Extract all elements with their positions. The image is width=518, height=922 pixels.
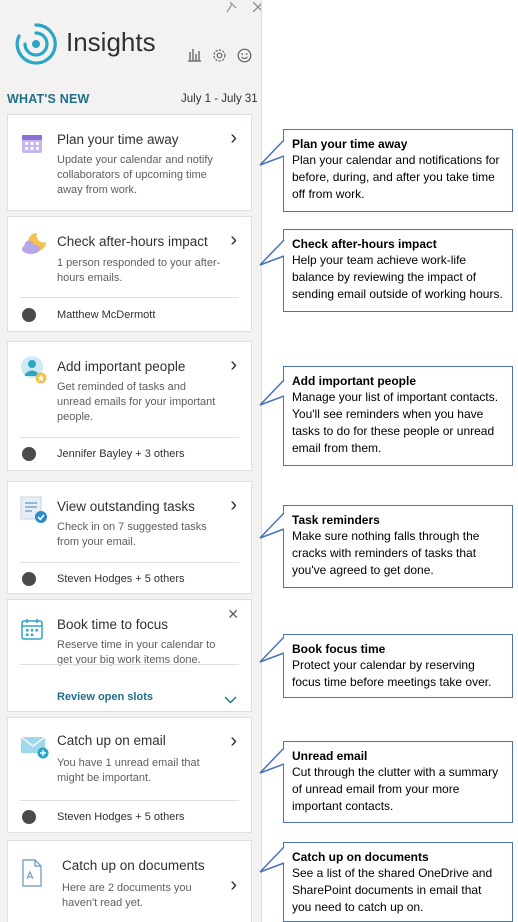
dismiss-icon[interactable]: ✕ [227,606,239,623]
card-catch-up-email[interactable]: Catch up on email You have 1 unread emai… [7,717,252,833]
app-title: Insights [66,27,156,57]
card-add-important-people[interactable]: Add important people Get reminded of tas… [7,341,252,471]
insights-logo-icon [14,22,58,71]
callout-pointer [259,239,285,266]
callout-body: Protect your calendar by reserving focus… [292,658,492,689]
callout-body: Make sure nothing falls through the crac… [292,529,480,577]
callout-body: Help your team achieve work-life balance… [292,253,503,301]
callout-pointer [259,747,285,774]
document-icon [20,859,44,892]
people-label: Steven Hodges + 5 others [57,573,185,585]
card-description: Check in on 7 suggested tasks from your … [57,521,207,548]
callout-body: Manage your list of important contacts. … [292,390,499,455]
avatar [22,447,36,461]
insights-pane: Insights WHAT'S NEW July 1 - July 31 Pla… [0,0,262,922]
gear-icon[interactable] [212,48,227,68]
chevron-right-icon[interactable]: › [230,494,237,517]
callout-body: Cut through the clutter with a summary o… [292,765,499,813]
whats-new-heading: WHAT'S NEW [7,92,90,106]
divider [20,664,239,665]
envelope-icon [20,732,50,765]
callout-add-important-people: Add important people Manage your list of… [283,366,513,466]
card-after-hours-impact[interactable]: Check after-hours impact 1 person respon… [7,216,252,332]
card-description: 1 person responded to your after-hours e… [57,257,221,284]
task-check-icon [20,496,48,529]
avatar [22,308,36,322]
review-open-slots-link[interactable]: Review open slots [57,691,153,703]
people-label: Jennifer Bayley + 3 others [57,448,185,460]
callout-title: Add important people [292,374,416,388]
callout-title: Book focus time [292,642,386,656]
card-title: Catch up on documents [62,858,205,873]
card-description: Update your calendar and notify collabor… [57,154,213,196]
card-title: Add important people [57,359,186,374]
avatar [22,572,36,586]
moon-cloud-icon [20,230,48,261]
card-outstanding-tasks[interactable]: View outstanding tasks Check in on 7 sug… [7,481,252,594]
callout-pointer [259,636,285,663]
card-title: View outstanding tasks [57,499,195,514]
callout-title: Unread email [292,749,368,763]
divider [20,562,239,563]
chevron-right-icon[interactable]: › [230,354,237,377]
date-range[interactable]: July 1 - July 31 [181,93,258,105]
card-description: You have 1 unread email that might be im… [57,757,200,784]
callout-plan-time-away: Plan your time away Plan your calendar a… [283,129,513,212]
close-pane-icon[interactable] [252,0,261,18]
callout-after-hours-impact: Check after-hours impact Help your team … [283,229,513,312]
card-title: Check after-hours impact [57,234,208,249]
callout-body: Plan your calendar and notifications for… [292,153,500,201]
callout-title: Check after-hours impact [292,237,437,251]
callout-title: Catch up on documents [292,850,429,864]
callout-title: Task reminders [292,513,380,527]
smiley-icon[interactable] [237,48,252,68]
divider [20,297,239,298]
chevron-right-icon[interactable]: › [230,127,237,150]
people-label: Steven Hodges + 5 others [57,811,185,823]
card-description: Get reminded of tasks and unread emails … [57,381,216,423]
callout-task-reminders: Task reminders Make sure nothing falls t… [283,505,513,588]
card-catch-up-documents[interactable]: Catch up on documents Here are 2 documen… [7,840,252,922]
callout-pointer [259,379,285,406]
callout-title: Plan your time away [292,137,408,151]
pin-icon[interactable] [226,0,238,18]
chevron-down-icon[interactable] [224,691,237,709]
avatar [22,810,36,824]
calendar-icon [20,131,44,160]
card-title: Book time to focus [57,617,169,632]
card-description: Here are 2 documents you haven't read ye… [62,882,192,909]
callout-pointer [259,512,285,539]
divider [20,437,239,438]
card-book-focus-time[interactable]: Book time to focus Reserve time in your … [7,599,252,712]
callout-body: See a list of the shared OneDrive and Sh… [292,866,493,914]
callout-pointer [259,846,285,873]
chart-icon[interactable] [187,48,202,67]
card-title: Catch up on email [57,733,166,748]
person-star-icon [20,355,48,390]
card-plan-time-away[interactable]: Plan your time away Update your calendar… [7,114,252,211]
callout-catch-up-documents: Catch up on documents See a list of the … [283,842,513,922]
calendar-focus-icon [20,617,44,646]
callout-unread-email: Unread email Cut through the clutter wit… [283,741,513,823]
chevron-right-icon[interactable]: › [230,229,237,252]
chevron-right-icon[interactable]: › [230,730,237,753]
divider [20,800,239,801]
callout-pointer [259,139,285,166]
card-title: Plan your time away [57,132,179,147]
callout-book-focus-time: Book focus time Protect your calendar by… [283,634,513,698]
people-label: Matthew McDermott [57,309,156,321]
chevron-right-icon[interactable]: › [230,874,237,897]
